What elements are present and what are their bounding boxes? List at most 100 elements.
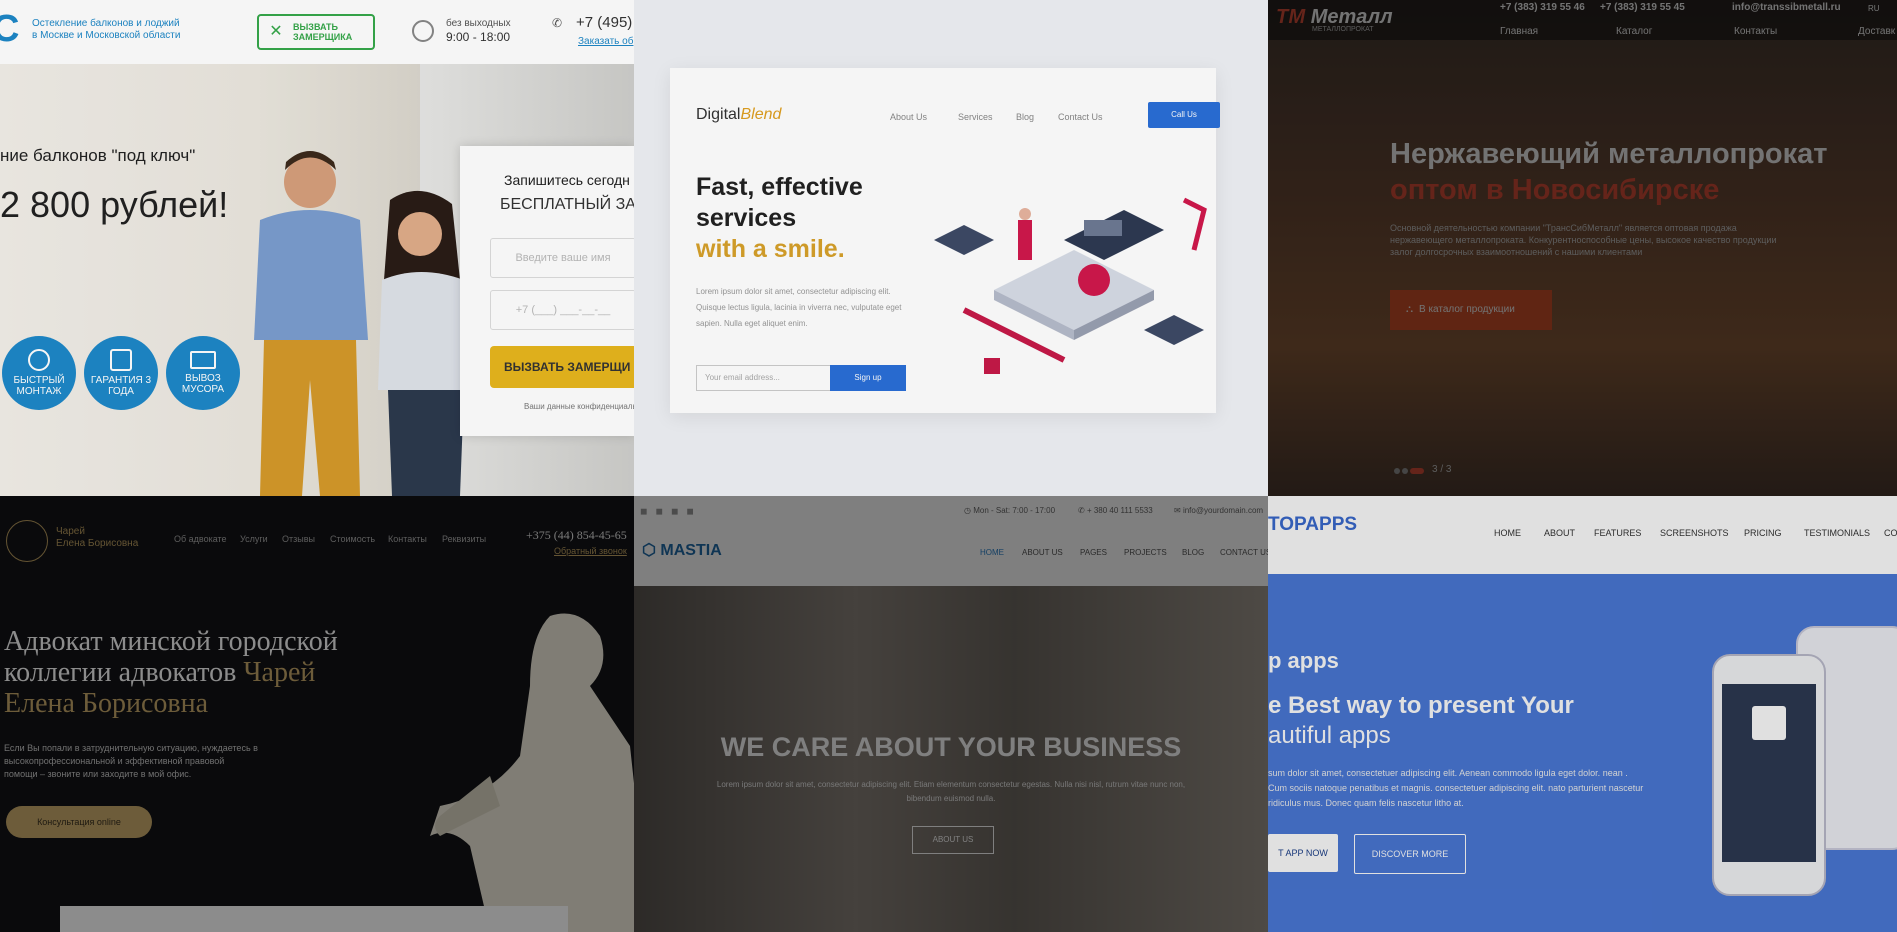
email-input[interactable]: Your email address...: [696, 365, 840, 391]
hero-title: Fast, effective services with a smile.: [696, 173, 863, 263]
nav-about[interactable]: Об адвокате: [174, 534, 227, 544]
hero-subtitle: ние балконов "под ключ": [0, 146, 196, 165]
hero-title: Нержавеющий металлопрокат: [1390, 138, 1828, 170]
logo: С: [0, 8, 20, 50]
logo-name: Чарей Елена Борисовна: [56, 526, 139, 549]
nav-about[interactable]: ABOUT US: [1022, 548, 1063, 557]
hero-kicker: p apps: [1268, 648, 1339, 673]
call-measurer-button[interactable]: ✕ ВЫЗВАТЬ ЗАМЕРЩИКА: [257, 14, 375, 50]
phone-number[interactable]: +375 (44) 854-45-65: [526, 528, 627, 543]
nav-contacts[interactable]: Контакты: [1734, 26, 1777, 37]
feature-fast-install: БЫСТРЫЙ МОНТАЖ: [2, 336, 76, 410]
nav-reviews[interactable]: Отзывы: [282, 534, 315, 544]
order-callback-link[interactable]: Заказать об: [578, 36, 633, 47]
nav-contacts[interactable]: Контакты: [388, 534, 427, 544]
truck-icon: [190, 351, 216, 369]
screenshot-tile-metal: ТМ Металл МЕТАЛЛОПРОКАТ +7 (383) 319 55 …: [1268, 0, 1897, 496]
boxes-icon: ⛬: [1406, 304, 1413, 315]
statue-image: [430, 613, 634, 932]
album-cover-icon: [1752, 706, 1786, 740]
signup-form: Запишитесь сегодн БЕСПЛАТНЫЙ ЗА Введите …: [460, 146, 634, 436]
nav-pricing[interactable]: PRICING: [1744, 528, 1782, 538]
nav-features[interactable]: FEATURES: [1594, 528, 1641, 538]
name-input[interactable]: Введите ваше имя: [490, 238, 634, 278]
nav-testimonials[interactable]: TESTIMONIALS: [1804, 528, 1870, 538]
logo-mark-icon: ⬡: [642, 542, 656, 559]
nav-delivery[interactable]: Доставк: [1858, 26, 1895, 37]
nav-pricing[interactable]: Стоимость: [330, 534, 375, 544]
man-image: [254, 151, 368, 496]
hours-label: без выходных: [446, 18, 511, 29]
feature-waste-removal: ВЫВОЗ МУСОРА: [166, 336, 240, 410]
content-box: [60, 906, 568, 932]
social-icons[interactable]: ◼◼◼◼: [640, 506, 702, 517]
nav-services[interactable]: Услуги: [240, 534, 268, 544]
nav-blog[interactable]: BLOG: [1182, 548, 1204, 557]
nav-home[interactable]: Главная: [1500, 26, 1538, 37]
hours-value: 9:00 - 18:00: [446, 30, 511, 44]
nav-home[interactable]: HOME: [1494, 528, 1521, 538]
hero-title: e Best way to present Your: [1268, 692, 1574, 719]
email-link[interactable]: info@transsibmetall.ru: [1732, 2, 1841, 13]
hero-body: Основной деятельностью компании "ТрансСи…: [1390, 223, 1777, 257]
logo: TOPAPPS: [1268, 514, 1358, 535]
logo-subtitle: МЕТАЛЛОПРОКАТ: [1312, 26, 1374, 33]
screenshot-tile-digitalblend: DigitalBlend About Us Services Blog Cont…: [634, 0, 1268, 496]
phone-number[interactable]: +7 (495): [576, 14, 632, 31]
topbar-email: ✉ info@yourdomain.com: [1174, 506, 1264, 515]
submit-button[interactable]: ВЫЗВАТЬ ЗАМЕРЩИ: [490, 346, 634, 388]
phone-icon: ✆: [552, 16, 563, 30]
phone-mockup-front: [1712, 654, 1826, 896]
nav-about[interactable]: About Us: [890, 112, 927, 122]
screenshot-tile-mastia: ◼◼◼◼ ◷ Mon - Sat: 7:00 - 17:00 ✆ + 380 4…: [634, 496, 1268, 932]
topbar-hours: ◷ Mon - Sat: 7:00 - 17:00: [964, 506, 1056, 515]
hero-price: 2 800 рублей!: [0, 184, 229, 225]
hero-title-2: autiful apps: [1268, 722, 1391, 749]
calendar-icon: [110, 349, 132, 371]
slider-dot-active[interactable]: [1410, 468, 1424, 474]
logo: DigitalBlend: [696, 106, 782, 123]
nav-home[interactable]: HOME: [980, 548, 1004, 557]
nav-contact[interactable]: CONTACT US: [1220, 548, 1268, 557]
slider-dot[interactable]: [1402, 468, 1408, 474]
signup-button[interactable]: Sign up: [830, 365, 906, 391]
hero-body: Lorem ipsum dolor sit amet, consectetur …: [716, 780, 1186, 803]
nav-contact[interactable]: Contact Us: [1058, 112, 1103, 122]
topbar-phone: ✆ + 380 40 111 5533: [1078, 506, 1153, 515]
screenshot-tile-lawyer: Чарей Елена Борисовна Об адвокате Услуги …: [0, 496, 634, 932]
isometric-illustration: [934, 197, 1207, 374]
phone-1[interactable]: +7 (383) 319 55 46: [1500, 2, 1585, 13]
slider-dot[interactable]: [1394, 468, 1400, 474]
nav-contact[interactable]: CO: [1884, 528, 1897, 538]
phone-input[interactable]: +7 (___) ___-__-__: [490, 290, 634, 330]
language-switch[interactable]: RU: [1868, 4, 1880, 13]
phone-2[interactable]: +7 (383) 319 55 45: [1600, 2, 1685, 13]
nav-services[interactable]: Services: [958, 112, 993, 122]
nav-pages[interactable]: PAGES: [1080, 548, 1107, 557]
form-title: Запишитесь сегодн: [504, 172, 630, 188]
call-us-button[interactable]: Call Us: [1148, 102, 1220, 128]
nav-about[interactable]: ABOUT: [1544, 528, 1575, 538]
form-subtitle: БЕСПЛАТНЫЙ ЗА: [500, 196, 634, 213]
catalog-button[interactable]: ⛬ В каталог продукции: [1390, 290, 1552, 330]
nav-blog[interactable]: Blog: [1016, 112, 1034, 122]
hero-body: Если Вы попали в затруднительную ситуаци…: [4, 743, 258, 779]
about-button[interactable]: ABOUT US: [912, 826, 994, 854]
callback-link[interactable]: Обратный звонок: [554, 546, 627, 556]
privacy-note: Ваши данные конфиденциальн: [524, 402, 634, 411]
feature-warranty: ГАРАНТИЯ 3 ГОДА: [84, 336, 158, 410]
hero-title-accent: оптом в Новосибирске: [1390, 174, 1720, 206]
scales-logo-icon: [6, 520, 48, 562]
discover-button[interactable]: DISCOVER MORE: [1354, 834, 1466, 874]
slider-counter: 3 / 3: [1432, 464, 1452, 475]
nav-projects[interactable]: PROJECTS: [1124, 548, 1167, 557]
nav-screenshots[interactable]: SCREENSHOTS: [1660, 528, 1729, 538]
clock-icon: [412, 20, 434, 42]
nav-catalog[interactable]: Каталог: [1616, 26, 1652, 37]
hero-title: Адвокат минской городской коллегии адвок…: [4, 626, 338, 719]
consult-button[interactable]: Консультация online: [6, 806, 152, 838]
nav-requisites[interactable]: Реквизиты: [442, 534, 486, 544]
hero-body: sum dolor sit amet, consectetuer adipisc…: [1268, 768, 1644, 808]
logo: ⬡ MASTIA: [642, 542, 722, 559]
get-app-button[interactable]: T APP NOW: [1268, 834, 1338, 872]
